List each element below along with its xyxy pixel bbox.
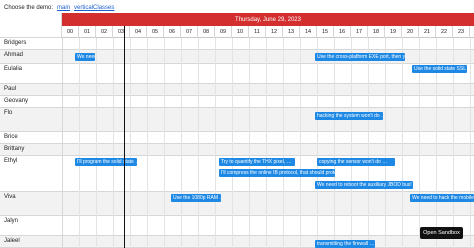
hour-gridline bbox=[368, 38, 369, 248]
resource-name: Flo bbox=[4, 110, 13, 116]
event-bar[interactable]: transmitting the firewall … bbox=[315, 240, 375, 248]
current-time-indicator bbox=[124, 26, 125, 248]
resource-name: Geovany bbox=[4, 98, 29, 104]
resource-name: Jaleel bbox=[4, 238, 20, 244]
resource-name: Eulalia bbox=[4, 66, 23, 72]
hour-cell: 05 bbox=[147, 26, 164, 38]
event-bar[interactable]: We need to reboot the auxiliary JBOD bus… bbox=[315, 181, 413, 189]
hour-cell: 07 bbox=[181, 26, 198, 38]
demo-link-main[interactable]: main bbox=[57, 5, 70, 11]
hour-cell: 03 bbox=[113, 26, 130, 38]
hour-gridline bbox=[96, 38, 97, 248]
hour-cell: 00 bbox=[62, 26, 79, 38]
hour-cell: 06 bbox=[164, 26, 181, 38]
hour-cell: 17 bbox=[351, 26, 368, 38]
timeline-body: Bridgers Ahmad Eulalia Paul Geovany Flo … bbox=[0, 38, 474, 248]
hour-gridline bbox=[164, 38, 165, 248]
hour-cell: 13 bbox=[283, 26, 300, 38]
event-bar[interactable]: Use the cross-platform EXE port, then yo… bbox=[315, 53, 405, 61]
demo-link-verticalclasses[interactable]: verticalClasses bbox=[74, 5, 114, 11]
hour-gridline bbox=[351, 38, 352, 248]
hour-cell: 22 bbox=[436, 26, 453, 38]
hour-gridline bbox=[283, 38, 284, 248]
date-header: Thursday, June 29, 2023 bbox=[62, 13, 474, 26]
hour-gridline bbox=[232, 38, 233, 248]
open-sandbox-button[interactable]: Open Sandbox bbox=[420, 227, 463, 239]
hour-cell: 16 bbox=[334, 26, 351, 38]
hour-gridline bbox=[147, 38, 148, 248]
hour-cell: 10 bbox=[232, 26, 249, 38]
resource-name: Viva bbox=[4, 194, 16, 200]
hour-cell: 01 bbox=[79, 26, 96, 38]
hour-gridline bbox=[317, 38, 318, 248]
hour-gridline bbox=[215, 38, 216, 248]
hour-cell: 11 bbox=[249, 26, 266, 38]
resource-name: Ethyl bbox=[4, 158, 18, 164]
resource-name: Paul bbox=[4, 86, 17, 92]
event-bar[interactable]: We need to … bbox=[75, 53, 95, 61]
hour-cell: 19 bbox=[385, 26, 402, 38]
hour-cell: 09 bbox=[215, 26, 232, 38]
resource-name: Brice bbox=[4, 134, 18, 140]
event-bar[interactable]: hacking the system won't do … bbox=[315, 112, 383, 120]
hour-cell: 21 bbox=[419, 26, 436, 38]
event-bar[interactable]: We need to hack the mobile IB … bbox=[410, 194, 474, 202]
event-bar[interactable]: Try to quantify the THX pixel, … bbox=[219, 158, 295, 166]
hour-cell: 08 bbox=[198, 26, 215, 38]
event-bar[interactable]: I'll program the solid state … bbox=[75, 158, 137, 166]
hour-gridline bbox=[266, 38, 267, 248]
hour-gridline bbox=[181, 38, 182, 248]
event-bar[interactable]: I'll compress the online IB protocol, th… bbox=[219, 169, 335, 177]
scheduler: Thursday, June 29, 2023 00 01 02 03 04 0… bbox=[0, 13, 474, 248]
resource-column-divider bbox=[62, 38, 63, 248]
header-corner bbox=[0, 13, 62, 38]
hour-gridline bbox=[79, 38, 80, 248]
resource-name: Ahmad bbox=[4, 52, 24, 58]
hour-cell: 23 bbox=[453, 26, 470, 38]
resource-name: Bridgers bbox=[4, 40, 27, 46]
hour-cell: 18 bbox=[368, 26, 385, 38]
hour-cell: 14 bbox=[300, 26, 317, 38]
hour-cell: 04 bbox=[130, 26, 147, 38]
demo-selector: Choose the demo: main verticalClasses bbox=[4, 3, 114, 12]
resource-name: Jalyn bbox=[4, 218, 19, 224]
hour-gridline bbox=[130, 38, 131, 248]
hour-gridline bbox=[249, 38, 250, 248]
hour-cell: 02 bbox=[96, 26, 113, 38]
hour-gridline bbox=[402, 38, 403, 248]
hour-cell: 12 bbox=[266, 26, 283, 38]
hour-gridline bbox=[198, 38, 199, 248]
event-bar[interactable]: copying the sensor won't do … bbox=[317, 158, 395, 166]
hour-gridline bbox=[470, 38, 471, 248]
resource-name: Brittany bbox=[4, 146, 25, 152]
hour-gridline bbox=[334, 38, 335, 248]
hour-cell: 15 bbox=[317, 26, 334, 38]
event-bar[interactable]: Use the solid state SSL … bbox=[412, 65, 467, 73]
demo-selector-label: Choose the demo: bbox=[4, 4, 54, 11]
hour-gridline bbox=[300, 38, 301, 248]
hour-cell: 20 bbox=[402, 26, 419, 38]
hour-gridline bbox=[385, 38, 386, 248]
hour-gridline bbox=[113, 38, 114, 248]
event-bar[interactable]: Use the 1080p RAM … bbox=[171, 194, 221, 202]
